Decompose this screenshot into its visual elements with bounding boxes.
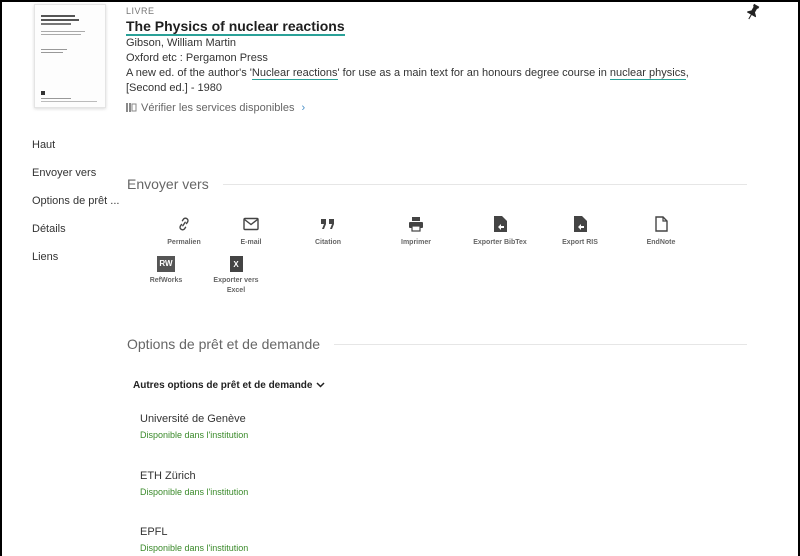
record-publisher: Oxford etc : Pergamon Press (126, 52, 268, 64)
sidebar-item-details[interactable]: Détails (32, 222, 119, 250)
book-cover-thumbnail[interactable] (34, 4, 106, 108)
record-title[interactable]: The Physics of nuclear reactions (126, 18, 345, 36)
endnote-button[interactable]: EndNote (626, 214, 696, 248)
document-icon (626, 214, 696, 234)
availability-status: Disponible dans l'institution (140, 543, 249, 553)
permalink-button[interactable]: Permalien (149, 214, 219, 248)
description-link-nuclear-physics[interactable]: nuclear physics (609, 67, 686, 80)
availability-status: Disponible dans l'institution (140, 430, 249, 440)
availability-status: Disponible dans l'institution (140, 487, 249, 497)
record-edition: [Second ed.] - 1980 (126, 82, 223, 94)
send-to-title: Envoyer vers (127, 176, 209, 192)
refworks-icon: RW (131, 254, 201, 274)
quote-icon (293, 214, 363, 234)
file-export-icon (545, 214, 615, 234)
location-item-geneve[interactable]: Université de Genève Disponible dans l'i… (140, 412, 248, 441)
mail-icon (216, 214, 286, 234)
section-divider (222, 183, 747, 185)
export-excel-button[interactable]: X Exporter vers Excel (201, 254, 271, 296)
location-name: ETH Zürich (140, 470, 196, 482)
location-item-epfl[interactable]: EPFL Disponible dans l'institution (140, 525, 248, 554)
chevron-right-icon: › (301, 102, 306, 114)
record-description: A new ed. of the author's 'Nuclear react… (126, 67, 689, 80)
chevron-down-icon (316, 380, 326, 391)
check-services-link[interactable]: Vérifier les services disponibles › (126, 102, 766, 114)
sidebar-item-haut[interactable]: Haut (32, 138, 119, 166)
record-type: LIVRE (126, 6, 155, 16)
printer-icon (381, 214, 451, 234)
section-divider (334, 343, 747, 345)
file-export-icon (465, 214, 535, 234)
location-name: Université de Genève (140, 413, 246, 425)
location-name: EPFL (140, 526, 168, 538)
loan-options-title: Options de prêt et de demande (127, 336, 321, 352)
location-item-eth[interactable]: ETH Zürich Disponible dans l'institution (140, 469, 248, 498)
other-loan-options-toggle[interactable]: Autres options de prêt et de demande (133, 380, 326, 391)
refworks-button[interactable]: RW RefWorks (131, 254, 201, 286)
export-bibtex-button[interactable]: Exporter BibTex (465, 214, 535, 248)
sidebar-nav: Haut Envoyer vers Options de prêt ... Dé… (32, 138, 119, 278)
sidebar-item-liens[interactable]: Liens (32, 250, 119, 278)
export-ris-button[interactable]: Export RIS (545, 214, 615, 248)
record-details: LIVRE The Physics of nuclear reactions G… (126, 6, 766, 114)
link-icon (149, 214, 219, 234)
description-link-nuclear-reactions[interactable]: Nuclear reactions (251, 67, 338, 80)
loan-options-heading: Options de prêt et de demande (127, 336, 747, 352)
services-icon (126, 102, 137, 114)
print-button[interactable]: Imprimer (381, 214, 451, 248)
email-button[interactable]: E-mail (216, 214, 286, 248)
record-author: Gibson, William Martin (126, 37, 237, 49)
sidebar-item-envoyer-vers[interactable]: Envoyer vers (32, 166, 119, 194)
sidebar-item-options-de-pret[interactable]: Options de prêt ... (32, 194, 119, 222)
send-to-heading: Envoyer vers (127, 176, 747, 192)
services-label: Vérifier les services disponibles (141, 102, 295, 114)
excel-icon: X (201, 254, 271, 274)
citation-button[interactable]: Citation (293, 214, 363, 248)
